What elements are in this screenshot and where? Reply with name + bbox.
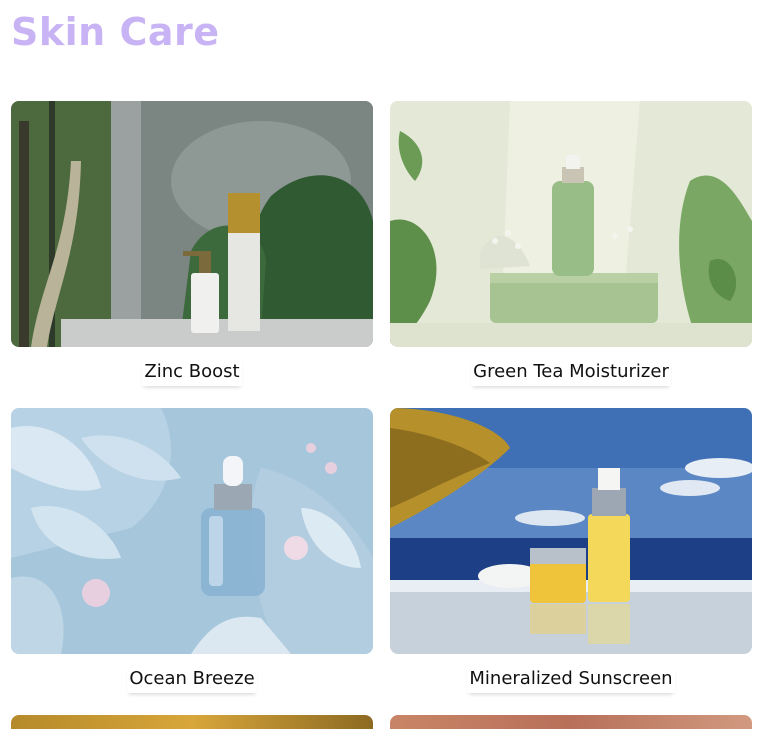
product-image[interactable]: [11, 715, 373, 729]
product-card[interactable]: Ocean Breeze: [11, 408, 373, 689]
product-card[interactable]: Zinc Boost: [11, 101, 373, 382]
green-tea-moisturizer-product-image[interactable]: [390, 101, 752, 347]
product-card[interactable]: [11, 715, 373, 729]
product-name[interactable]: Zinc Boost: [142, 359, 241, 386]
product-label[interactable]: Mineralized Sunscreen: [390, 666, 752, 693]
product-name[interactable]: Green Tea Moisturizer: [471, 359, 671, 386]
product-card[interactable]: [390, 715, 752, 729]
product-name[interactable]: Ocean Breeze: [127, 666, 256, 693]
product-label[interactable]: Green Tea Moisturizer: [390, 359, 752, 386]
product-name[interactable]: Mineralized Sunscreen: [467, 666, 674, 693]
product-label[interactable]: Zinc Boost: [11, 359, 373, 386]
product-image[interactable]: [390, 715, 752, 729]
product-label[interactable]: Ocean Breeze: [11, 666, 373, 693]
ocean-breeze-product-image[interactable]: [11, 408, 373, 654]
product-card[interactable]: Mineralized Sunscreen: [390, 408, 752, 689]
page-title: Skin Care: [11, 10, 220, 54]
mineralized-sunscreen-product-image[interactable]: [390, 408, 752, 654]
zinc-boost-product-image[interactable]: [11, 101, 373, 347]
product-card[interactable]: Green Tea Moisturizer: [390, 101, 752, 382]
